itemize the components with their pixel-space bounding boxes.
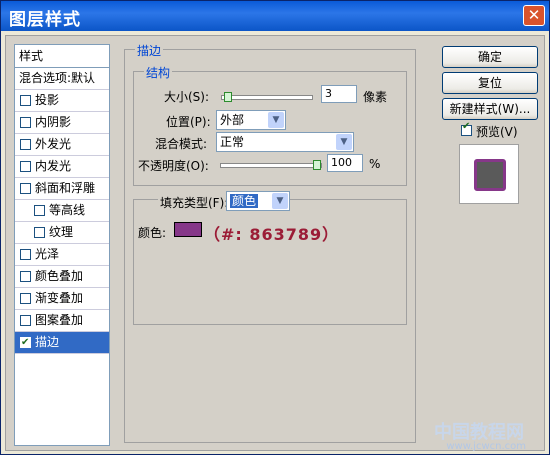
fill-type-value: 颜色 [230,194,259,208]
style-list-item[interactable]: 图案叠加 [15,310,109,332]
style-list-item-label: 光泽 [35,247,60,261]
style-list-item[interactable]: 斜面和浮雕 [15,178,109,200]
style-checkbox[interactable] [20,271,31,282]
opacity-unit: % [369,157,381,171]
chevron-down-icon: ▼ [272,193,288,209]
preview-swatch [474,159,506,191]
style-checkbox[interactable] [20,161,31,172]
preview-checkbox[interactable] [461,121,472,136]
fill-type-select[interactable]: 颜色 ▼ [226,191,290,211]
dialog-body: 样式 混合选项:默认 投影内阴影外发光内发光斜面和浮雕等高线纹理光泽颜色叠加渐变… [5,35,545,452]
new-style-button[interactable]: 新建样式(W)... [442,98,538,120]
style-list-item-label: 外发光 [35,137,72,151]
style-list-header[interactable]: 样式 [15,45,109,68]
style-list-item[interactable]: 投影 [15,90,109,112]
fill-type-label: 填充类型(F): [158,194,231,211]
opacity-slider[interactable] [220,160,322,170]
style-list-item-label: 内发光 [35,159,72,173]
position-value: 外部 [220,113,245,127]
close-icon: ✕ [527,6,541,24]
structure-group: 结构 大小(S): 3 像素 位置(P): 外部 ▼ 混合模式: 正常 ▼ 不透… [133,64,407,186]
style-list-item[interactable]: 渐变叠加 [15,288,109,310]
style-checkbox[interactable] [34,205,45,216]
style-list-item[interactable]: 内发光 [15,156,109,178]
style-list: 样式 混合选项:默认 投影内阴影外发光内发光斜面和浮雕等高线纹理光泽颜色叠加渐变… [14,44,110,446]
style-list-item[interactable]: 描边 [15,332,109,354]
style-list-item-label: 等高线 [49,203,86,217]
opacity-label: 不透明度(O): [138,159,209,173]
size-input[interactable]: 3 [321,85,357,103]
style-checkbox[interactable] [34,227,45,238]
style-checkbox[interactable] [20,183,31,194]
preview-thumbnail [459,144,519,204]
size-slider-thumb[interactable] [224,92,232,102]
color-swatch[interactable] [174,222,202,237]
watermark-url: www.jcwcn.com [446,441,526,452]
size-unit: 像素 [363,90,388,104]
style-checkbox[interactable] [20,249,31,260]
style-list-item[interactable]: 颜色叠加 [15,266,109,288]
style-list-item-label: 投影 [35,93,60,107]
position-label: 位置(P): [166,115,211,129]
style-checkbox[interactable] [20,95,31,106]
style-list-item-label: 描边 [35,335,60,349]
stroke-group: 描边 结构 大小(S): 3 像素 位置(P): 外部 ▼ 混合模式: 正常 ▼ [124,42,416,443]
style-list-item[interactable]: 光泽 [15,244,109,266]
layer-style-dialog: 图层样式 ✕ 样式 混合选项:默认 投影内阴影外发光内发光斜面和浮雕等高线纹理光… [0,0,550,455]
chevron-down-icon: ▼ [336,134,352,150]
style-list-item[interactable]: 纹理 [15,222,109,244]
chevron-down-icon: ▼ [268,112,284,128]
color-label: 颜色: [138,226,167,240]
close-button[interactable]: ✕ [523,5,545,26]
style-list-item-label: 渐变叠加 [35,291,84,305]
size-slider[interactable] [221,92,313,102]
style-checkbox[interactable] [20,315,31,326]
ok-button[interactable]: 确定 [442,46,538,68]
style-checkbox[interactable] [20,293,31,304]
fill-group: 填充类型(F): 颜色 ▼ 颜色: （#: 863789） [133,191,407,325]
style-list-item[interactable]: 外发光 [15,134,109,156]
style-checkbox[interactable] [20,117,31,128]
position-select[interactable]: 外部 ▼ [216,110,286,130]
structure-group-title: 结构 [144,64,173,81]
style-list-blend-options[interactable]: 混合选项:默认 [15,68,109,90]
blend-mode-label: 混合模式: [155,137,208,151]
style-list-item-label: 纹理 [49,225,74,239]
style-list-item-label: 颜色叠加 [35,269,84,283]
style-list-item[interactable]: 内阴影 [15,112,109,134]
reset-button[interactable]: 复位 [442,72,538,94]
style-list-item-label: 斜面和浮雕 [35,181,96,195]
color-annotation: （#: 863789） [204,225,340,244]
stroke-group-title: 描边 [135,42,164,59]
size-label: 大小(S): [164,90,210,104]
opacity-slider-thumb[interactable] [313,160,321,170]
style-checkbox[interactable] [20,139,31,150]
window-title: 图层样式 [9,10,81,30]
preview-label[interactable]: 预览(V) [476,123,518,140]
style-list-item-label: 内阴影 [35,115,72,129]
opacity-input[interactable]: 100 [327,154,363,172]
style-list-item-label: 图案叠加 [35,313,84,327]
title-bar[interactable]: 图层样式 ✕ [1,1,549,31]
style-list-item[interactable]: 等高线 [15,200,109,222]
blend-mode-select[interactable]: 正常 ▼ [216,132,354,152]
style-checkbox[interactable] [20,332,31,353]
blend-mode-value: 正常 [220,135,245,149]
